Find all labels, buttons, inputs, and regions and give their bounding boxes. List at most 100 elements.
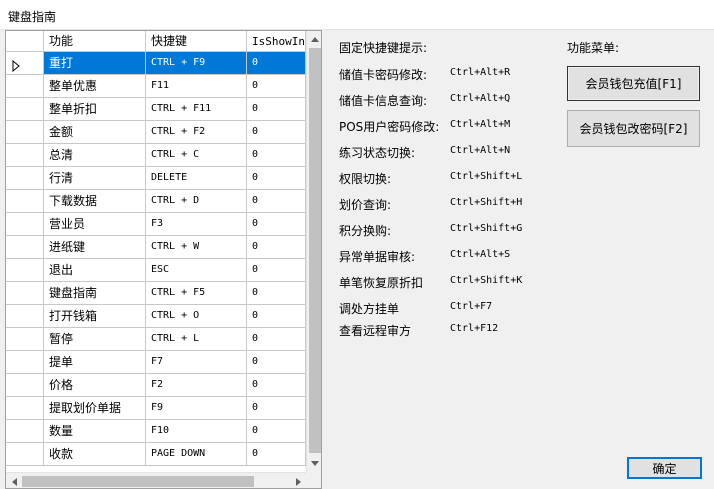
row-header-cell[interactable] bbox=[6, 98, 44, 120]
shortcut-cell[interactable]: PAGE DOWN bbox=[146, 443, 247, 465]
shortcut-cell[interactable]: F9 bbox=[146, 397, 247, 419]
table-row[interactable]: 下载数据 CTRL + D0 bbox=[6, 190, 306, 213]
row-header-cell[interactable] bbox=[6, 167, 44, 189]
show-in-menu-cell[interactable]: 0 bbox=[247, 52, 306, 74]
shortcut-grid[interactable]: 功能 快捷键 IsShowInM 重打 CTRL + F9 0 整单优惠 F11 0 整单折… bbox=[5, 30, 322, 489]
table-row[interactable]: 提单 F7 0 bbox=[6, 351, 306, 374]
function-cell[interactable]: 重打 bbox=[44, 52, 146, 74]
shortcut-cell[interactable]: F11 bbox=[146, 75, 247, 97]
table-row[interactable]: 退出 ESC 0 bbox=[6, 259, 306, 282]
table-row[interactable]: 键盘指南 CTRL + F5 0 bbox=[6, 282, 306, 305]
scroll-up-arrow-icon[interactable] bbox=[307, 31, 321, 48]
wallet-change-password-button[interactable]: 会员钱包改密码[F2] bbox=[567, 110, 700, 147]
function-cell[interactable]: 进纸键 bbox=[44, 236, 146, 258]
row-header-cell[interactable] bbox=[6, 328, 44, 350]
show-in-menu-cell[interactable]: 0 bbox=[247, 236, 306, 258]
function-cell[interactable]: 键盘指南 bbox=[44, 282, 146, 304]
show-in-menu-cell[interactable]: 0 bbox=[247, 144, 306, 166]
table-row[interactable]: 行清 DELETE 0 bbox=[6, 167, 306, 190]
show-in-menu-cell[interactable]: 0 bbox=[247, 374, 306, 396]
scroll-left-arrow-icon[interactable] bbox=[6, 473, 22, 488]
function-cell[interactable]: 暂停 bbox=[44, 328, 146, 350]
function-cell[interactable]: 提单 bbox=[44, 351, 146, 373]
shortcut-cell[interactable]: CTRL + F11 bbox=[146, 98, 247, 120]
shortcut-cell[interactable]: CTRL + W bbox=[146, 236, 247, 258]
row-header-cell[interactable] bbox=[6, 213, 44, 235]
function-cell[interactable]: 营业员 bbox=[44, 213, 146, 235]
shortcut-cell[interactable]: F7 bbox=[146, 351, 247, 373]
scroll-right-arrow-icon[interactable] bbox=[290, 473, 306, 488]
row-header-cell[interactable] bbox=[6, 397, 44, 419]
row-header-cell[interactable] bbox=[6, 121, 44, 143]
show-in-menu-cell[interactable]: 0 bbox=[247, 213, 306, 235]
show-in-menu-cell[interactable]: 0 bbox=[247, 259, 306, 281]
show-in-menu-cell[interactable]: 0 bbox=[247, 420, 306, 442]
table-row[interactable]: 打开钱箱 CTRL + O0 bbox=[6, 305, 306, 328]
row-header-cell[interactable] bbox=[6, 259, 44, 281]
shortcut-cell[interactable]: CTRL + L bbox=[146, 328, 247, 350]
function-cell[interactable]: 提取划价单据 bbox=[44, 397, 146, 419]
table-row[interactable]: 整单折扣 CTRL + F11 0 bbox=[6, 98, 306, 121]
shortcut-cell[interactable]: CTRL + F5 bbox=[146, 282, 247, 304]
row-header-cell[interactable] bbox=[6, 351, 44, 373]
table-row[interactable]: 暂停 CTRL + L0 bbox=[6, 328, 306, 351]
show-in-menu-cell[interactable]: 0 bbox=[247, 98, 306, 120]
show-in-menu-cell[interactable]: 0 bbox=[247, 328, 306, 350]
table-row[interactable]: 总清 CTRL + C0 bbox=[6, 144, 306, 167]
function-cell[interactable]: 金额 bbox=[44, 121, 146, 143]
column-header-function[interactable]: 功能 bbox=[44, 31, 146, 52]
shortcut-cell[interactable]: CTRL + O bbox=[146, 305, 247, 327]
table-row[interactable]: 提取划价单据 F9 0 bbox=[6, 397, 306, 420]
column-header-isshowinmenu[interactable]: IsShowInM bbox=[247, 31, 306, 52]
table-row[interactable]: 数量 F10 0 bbox=[6, 420, 306, 443]
row-header-cell[interactable] bbox=[6, 144, 44, 166]
row-header-cell[interactable] bbox=[6, 75, 44, 97]
function-cell[interactable]: 下载数据 bbox=[44, 190, 146, 212]
shortcut-cell[interactable]: CTRL + D bbox=[146, 190, 247, 212]
row-header-cell[interactable] bbox=[6, 374, 44, 396]
function-cell[interactable]: 数量 bbox=[44, 420, 146, 442]
show-in-menu-cell[interactable]: 0 bbox=[247, 75, 306, 97]
table-row[interactable]: 金额 CTRL + F2 0 bbox=[6, 121, 306, 144]
table-row[interactable]: 重打 CTRL + F9 0 bbox=[6, 52, 306, 75]
horizontal-scroll-thumb[interactable] bbox=[22, 476, 254, 487]
show-in-menu-cell[interactable]: 0 bbox=[247, 305, 306, 327]
show-in-menu-cell[interactable]: 0 bbox=[247, 282, 306, 304]
show-in-menu-cell[interactable]: 0 bbox=[247, 121, 306, 143]
function-cell[interactable]: 总清 bbox=[44, 144, 146, 166]
row-header-cell[interactable] bbox=[6, 282, 44, 304]
table-row[interactable]: 营业员 F3 0 bbox=[6, 213, 306, 236]
table-row[interactable]: 价格 F2 0 bbox=[6, 374, 306, 397]
function-cell[interactable]: 打开钱箱 bbox=[44, 305, 146, 327]
shortcut-cell[interactable]: F10 bbox=[146, 420, 247, 442]
horizontal-scrollbar[interactable] bbox=[6, 472, 306, 488]
shortcut-cell[interactable]: ESC bbox=[146, 259, 247, 281]
shortcut-cell[interactable]: F2 bbox=[146, 374, 247, 396]
vertical-scroll-thumb[interactable] bbox=[309, 48, 321, 453]
row-header-cell[interactable] bbox=[6, 420, 44, 442]
row-header-cell[interactable] bbox=[6, 236, 44, 258]
wallet-recharge-button[interactable]: 会员钱包充值[F1] bbox=[567, 66, 700, 101]
show-in-menu-cell[interactable]: 0 bbox=[247, 190, 306, 212]
function-cell[interactable]: 整单优惠 bbox=[44, 75, 146, 97]
table-row[interactable]: 收款 PAGE DOWN 0 bbox=[6, 443, 306, 466]
row-header-cell[interactable] bbox=[6, 305, 44, 327]
shortcut-cell[interactable]: F3 bbox=[146, 213, 247, 235]
function-cell[interactable]: 价格 bbox=[44, 374, 146, 396]
column-header-shortcut[interactable]: 快捷键 bbox=[146, 31, 247, 52]
show-in-menu-cell[interactable]: 0 bbox=[247, 167, 306, 189]
row-header-cell[interactable] bbox=[6, 443, 44, 465]
shortcut-cell[interactable]: CTRL + F9 bbox=[146, 52, 247, 74]
row-header-cell[interactable] bbox=[6, 190, 44, 212]
function-cell[interactable]: 收款 bbox=[44, 443, 146, 465]
show-in-menu-cell[interactable]: 0 bbox=[247, 397, 306, 419]
function-cell[interactable]: 行清 bbox=[44, 167, 146, 189]
table-row[interactable]: 进纸键 CTRL + W0 bbox=[6, 236, 306, 259]
shortcut-cell[interactable]: CTRL + C bbox=[146, 144, 247, 166]
scroll-down-arrow-icon[interactable] bbox=[307, 455, 321, 472]
show-in-menu-cell[interactable]: 0 bbox=[247, 443, 306, 465]
function-cell[interactable]: 退出 bbox=[44, 259, 146, 281]
show-in-menu-cell[interactable]: 0 bbox=[247, 351, 306, 373]
function-cell[interactable]: 整单折扣 bbox=[44, 98, 146, 120]
confirm-button[interactable]: 确定 bbox=[627, 457, 702, 479]
